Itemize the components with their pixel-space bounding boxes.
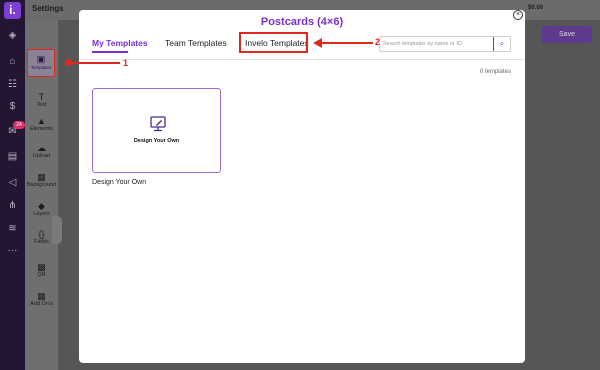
balance-text: $0.00 bbox=[528, 5, 544, 11]
tool-addons[interactable]: ▦ Add On's bbox=[25, 291, 58, 307]
tab-highlight-box bbox=[239, 32, 308, 53]
layers-icon[interactable]: ◈ bbox=[0, 30, 25, 41]
tab-my-templates[interactable]: My Templates bbox=[92, 38, 148, 48]
template-count: 0 templates bbox=[479, 69, 511, 75]
background-icon: ▦ bbox=[37, 172, 46, 182]
annotation-arrow-1 bbox=[68, 62, 120, 64]
active-tab-indicator bbox=[92, 51, 128, 53]
template-search: ⌕ bbox=[379, 36, 511, 52]
templates-modal: × Postcards (4×6) My Templates Team Temp… bbox=[79, 10, 525, 363]
stack-icon: ◆ bbox=[38, 201, 45, 211]
modal-divider bbox=[79, 59, 525, 60]
notification-badge: 24 bbox=[13, 121, 25, 129]
tab-team-templates[interactable]: Team Templates bbox=[165, 38, 227, 48]
monitor-pen-icon bbox=[150, 116, 166, 132]
save-button[interactable]: Save bbox=[542, 26, 592, 43]
qr-icon: ▩ bbox=[37, 262, 46, 272]
chart-icon[interactable]: ≋ bbox=[0, 223, 25, 234]
dollar-icon[interactable]: $ bbox=[0, 101, 25, 112]
annotation-label-2: 2 bbox=[375, 37, 381, 47]
search-input[interactable] bbox=[383, 38, 491, 50]
document-icon[interactable]: ▤ bbox=[0, 151, 25, 162]
text-icon: T bbox=[38, 92, 45, 102]
tool-text[interactable]: T Text bbox=[25, 92, 58, 108]
home-icon[interactable]: ⌂ bbox=[0, 56, 25, 67]
card-caption: Design Your Own bbox=[92, 179, 147, 186]
template-icon: ▣ bbox=[36, 54, 46, 64]
app-logo[interactable]: i. bbox=[4, 2, 21, 19]
card-label: Design Your Own bbox=[133, 138, 180, 144]
app-rail: i. ◈ ⌂ ☷ $ ✉ 24 ▤ ◁ ⋔ ≋ ··· bbox=[0, 0, 25, 370]
tool-templates[interactable]: ▣ Templates bbox=[27, 49, 55, 77]
tool-background[interactable]: ▦ Background bbox=[25, 172, 58, 188]
annotation-arrow-2 bbox=[313, 38, 373, 48]
org-chart-icon[interactable]: ⋔ bbox=[0, 200, 25, 211]
search-icon[interactable]: ⌕ bbox=[493, 37, 510, 51]
megaphone-icon[interactable]: ◁ bbox=[0, 177, 25, 188]
grid-icon: ▦ bbox=[37, 291, 46, 301]
tool-layers[interactable]: ◆ Layers bbox=[25, 201, 58, 217]
tool-qr[interactable]: ▩ QR bbox=[25, 262, 58, 278]
page-title: Settings bbox=[32, 4, 64, 13]
annotation-label-1: 1 bbox=[123, 58, 129, 68]
shapes-icon: ▲ bbox=[37, 116, 46, 126]
more-icon[interactable]: ··· bbox=[0, 245, 25, 256]
cloud-upload-icon: ☁ bbox=[37, 143, 46, 153]
design-your-own-card[interactable]: Design Your Own bbox=[92, 88, 221, 173]
panel-collapse-handle[interactable] bbox=[52, 216, 62, 244]
modal-title: Postcards (4×6) bbox=[260, 16, 344, 28]
tool-elements[interactable]: ▲ Elements bbox=[25, 116, 58, 132]
users-icon[interactable]: ☷ bbox=[0, 79, 25, 90]
tool-upload[interactable]: ☁ Upload bbox=[25, 143, 58, 159]
